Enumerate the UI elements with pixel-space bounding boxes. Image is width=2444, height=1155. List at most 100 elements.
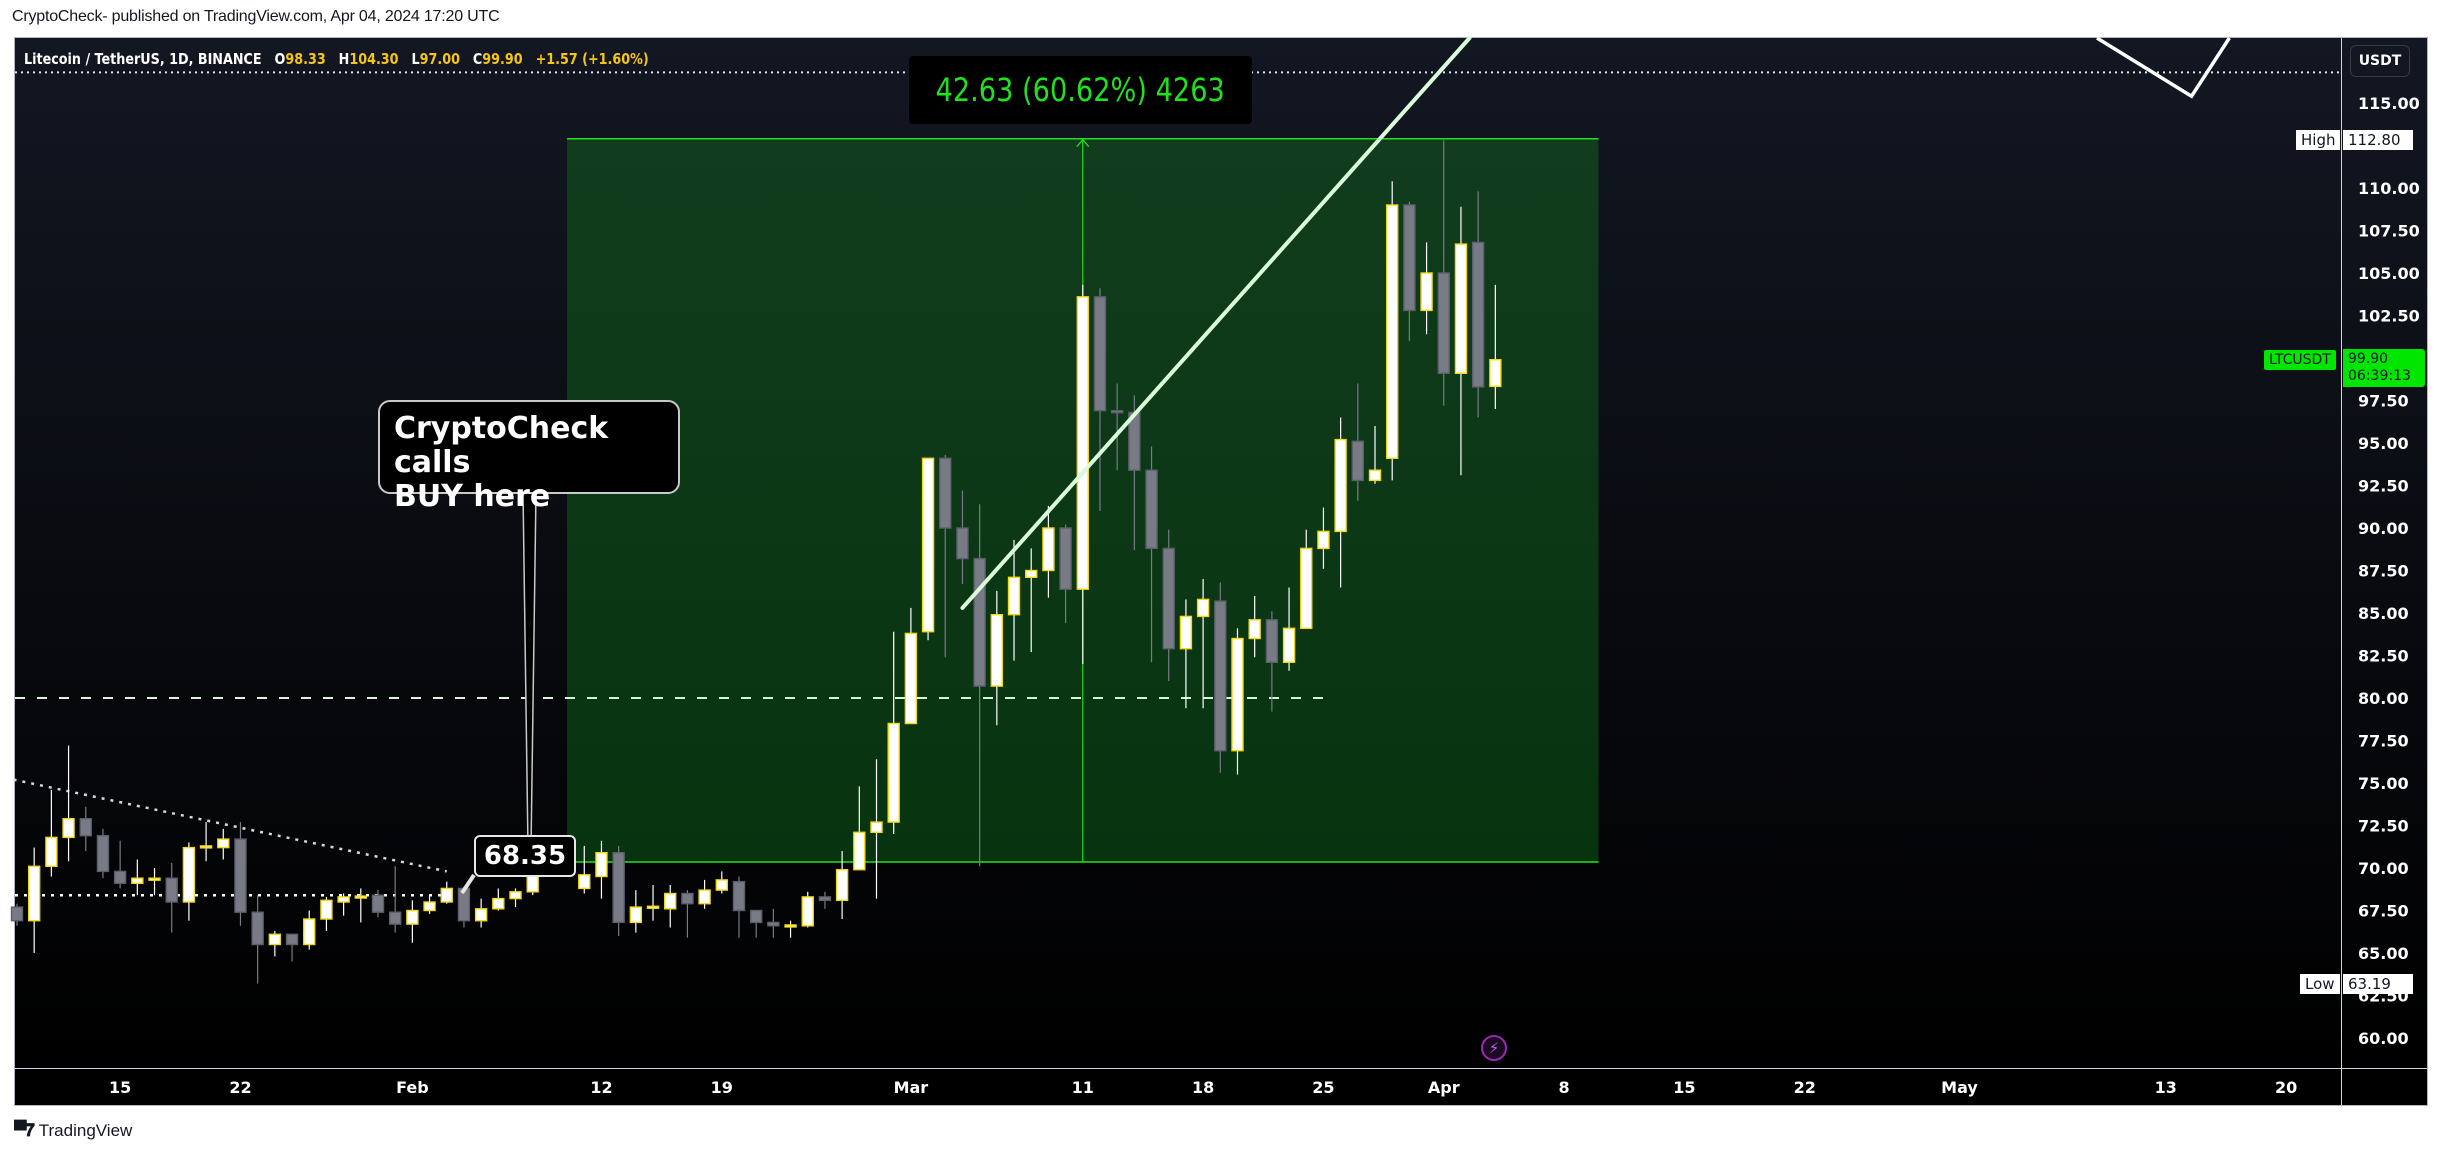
price-tick-label: 72.50 <box>2358 817 2409 836</box>
bar-countdown: 06:39:13 <box>2348 368 2411 384</box>
change-value: +1.57 (+1.60%) <box>535 50 649 68</box>
price-tick-label: 85.00 <box>2358 604 2409 623</box>
candle-body <box>595 852 608 878</box>
candle-body <box>664 892 677 910</box>
candle-body <box>45 836 58 868</box>
candle-body <box>1454 243 1468 375</box>
candle-body <box>990 614 1004 687</box>
time-tick-label: 25 <box>1312 1078 1334 1097</box>
candle-body <box>1334 438 1347 533</box>
price-tick-label: 97.50 <box>2358 392 2409 411</box>
candle-body <box>1025 569 1038 579</box>
candle-body <box>234 838 247 913</box>
candle-body <box>113 870 127 885</box>
candle-body <box>939 457 952 529</box>
buy-callout[interactable]: CryptoCheck calls BUY here <box>378 400 680 514</box>
time-tick-label: 22 <box>229 1078 251 1097</box>
price-tick-label: 60.00 <box>2358 1029 2409 1048</box>
candle-body <box>1437 272 1450 375</box>
price-tick-label: 80.00 <box>2358 689 2409 708</box>
time-tick-label: Feb <box>396 1078 429 1097</box>
candle-body <box>921 457 935 633</box>
candle-body <box>423 901 436 912</box>
time-tick-label: 8 <box>1559 1078 1570 1097</box>
candle-body <box>492 897 505 910</box>
candle-body <box>1179 615 1193 650</box>
candle-body <box>1214 600 1227 752</box>
bearish-candle <box>612 845 625 936</box>
price-tick-label: 90.00 <box>2358 519 2409 538</box>
candle-body <box>199 845 213 849</box>
price-tick-label: 115.00 <box>2358 94 2420 113</box>
price-tick-label: 105.00 <box>2358 264 2420 283</box>
candle-body <box>887 722 900 823</box>
last-price-symbol-tag: LTCUSDT <box>2264 350 2336 370</box>
close-label: C <box>472 50 483 68</box>
time-tick-label: 19 <box>711 1078 733 1097</box>
entry-price-label[interactable]: 68.35 <box>474 835 576 877</box>
time-tick-label: 12 <box>590 1078 612 1097</box>
symbol-legend: Litecoin / TetherUS, 1D, BINANCE O98.33 … <box>24 50 649 68</box>
time-tick-label: Apr <box>1428 1078 1460 1097</box>
candle-body <box>767 921 780 927</box>
candle-body <box>62 818 75 839</box>
candle-body <box>1471 241 1485 388</box>
high-value: 104.30 <box>349 50 399 68</box>
time-tick-label: 18 <box>1192 1078 1214 1097</box>
time-tick-label: May <box>1941 1078 1978 1097</box>
price-tick-label: 102.50 <box>2358 307 2420 326</box>
high-tag-value: 112.80 <box>2343 130 2413 150</box>
last-price-tag: 99.90 06:39:13 <box>2343 349 2425 387</box>
candle-body <box>646 905 660 909</box>
candle-body <box>303 918 316 946</box>
candle-body <box>1110 410 1124 414</box>
bearish-candle <box>96 828 110 879</box>
bullish-candle <box>1385 181 1399 481</box>
candle-body <box>1300 547 1313 630</box>
last-price-value: 99.90 <box>2348 351 2389 367</box>
low-tag-label: Low <box>2300 974 2340 994</box>
price-tick-label: 65.00 <box>2358 944 2409 963</box>
candle-body <box>165 877 178 903</box>
price-tick-label: 77.50 <box>2358 732 2409 751</box>
price-tick-label: 92.50 <box>2358 477 2409 496</box>
candle-body <box>1093 296 1107 412</box>
tradingview-logo-icon: ▀𝟕 <box>14 1120 35 1140</box>
low-tag-value: 63.19 <box>2343 974 2413 994</box>
candle-body <box>268 933 282 946</box>
price-tick-label: 75.00 <box>2358 774 2409 793</box>
candle-body <box>371 894 385 913</box>
candle-body <box>732 880 746 912</box>
currency-button[interactable]: USDT <box>2350 45 2410 77</box>
candle-body <box>1368 469 1382 482</box>
candle-body <box>1265 619 1279 663</box>
candle-body <box>79 818 92 837</box>
candle-body <box>629 906 643 924</box>
time-tick-label: 11 <box>1072 1078 1094 1097</box>
candle-body <box>148 877 161 881</box>
candle-body <box>1420 272 1433 312</box>
candle-body <box>388 911 402 925</box>
callout-line-1: CryptoCheck calls <box>394 411 609 480</box>
price-chart[interactable]: 60.0062.5065.0067.5070.0072.5075.0077.50… <box>0 0 2444 1155</box>
candle-body <box>904 632 918 725</box>
candle-body <box>474 908 488 922</box>
candle-body <box>853 831 866 871</box>
candle-body <box>27 865 41 922</box>
candle-body <box>285 933 299 946</box>
candle-body <box>1231 637 1244 752</box>
price-tick-label: 87.50 <box>2358 562 2409 581</box>
candle-body <box>440 887 453 903</box>
candle-body <box>354 895 367 899</box>
lightning-event-icon[interactable]: ⚡ <box>1481 1035 1507 1061</box>
candle-body <box>1385 204 1399 460</box>
candle-body <box>406 909 419 925</box>
time-tick-label: 15 <box>1673 1078 1695 1097</box>
candle-body <box>1007 576 1021 616</box>
candle-body <box>612 852 625 924</box>
price-tick-label: 110.00 <box>2358 179 2420 198</box>
candle-body <box>1282 627 1296 663</box>
footer-brand-text: TradingView <box>38 1120 133 1140</box>
price-tick-label: 82.50 <box>2358 647 2409 666</box>
high-label: H <box>338 50 350 68</box>
